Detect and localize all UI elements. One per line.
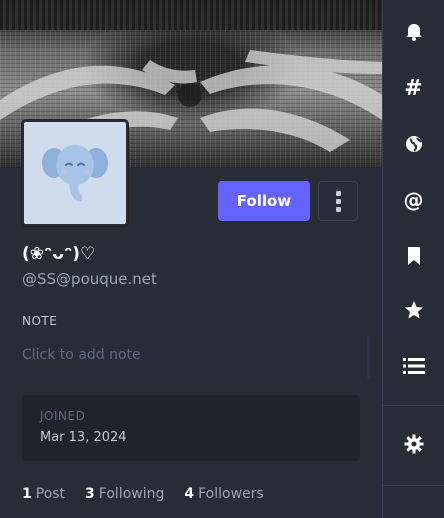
joined-label: JOINED — [40, 409, 86, 423]
account-counts: 1 Post 3 Following 4 Followers — [22, 486, 264, 502]
list-icon — [402, 358, 425, 374]
nav-lists[interactable] — [383, 344, 444, 388]
navigation-sidebar: # @ — [382, 0, 444, 518]
nav-divider — [383, 405, 444, 406]
joined-panel: JOINED Mar 13, 2024 — [22, 395, 360, 461]
following-count-link[interactable]: 3 Following — [85, 486, 164, 502]
dot-icon — [335, 198, 341, 204]
at-icon: @ — [403, 188, 424, 212]
gear-icon — [404, 434, 423, 454]
note-scrollbar[interactable] — [367, 336, 370, 378]
note-label: NOTE — [22, 314, 58, 328]
nav-federated[interactable] — [383, 122, 444, 166]
avatar[interactable] — [22, 120, 128, 226]
nav-bookmarks[interactable] — [383, 234, 444, 278]
followers-count-link[interactable]: 4 Followers — [184, 486, 263, 502]
follow-button[interactable]: Follow — [218, 181, 310, 221]
profile-panel: Follow (❀ᵔᴗᵔ)♡ @SS@pouque.net NOTE Click… — [0, 0, 382, 518]
hashtag-icon: # — [404, 75, 423, 101]
joined-date: Mar 13, 2024 — [40, 430, 127, 445]
nav-mentions[interactable]: @ — [383, 178, 444, 222]
more-options-button[interactable] — [318, 181, 358, 221]
globe-icon — [405, 136, 422, 152]
nav-notifications[interactable] — [383, 10, 444, 54]
bell-icon — [405, 24, 422, 41]
account-handle: @SS@pouque.net — [22, 270, 157, 288]
posts-count-link[interactable]: 1 Post — [22, 486, 65, 502]
display-name: (❀ᵔᴗᵔ)♡ — [22, 244, 96, 264]
nav-explore[interactable]: # — [383, 66, 444, 110]
nav-divider — [383, 485, 444, 486]
star-icon — [404, 301, 423, 319]
dot-icon — [335, 190, 341, 196]
bookmark-icon — [407, 247, 420, 265]
nav-preferences[interactable] — [383, 422, 444, 466]
elephant-avatar-icon — [42, 145, 108, 202]
note-input[interactable]: Click to add note — [22, 347, 141, 363]
dot-icon — [335, 206, 341, 212]
nav-favourites[interactable] — [383, 288, 444, 332]
